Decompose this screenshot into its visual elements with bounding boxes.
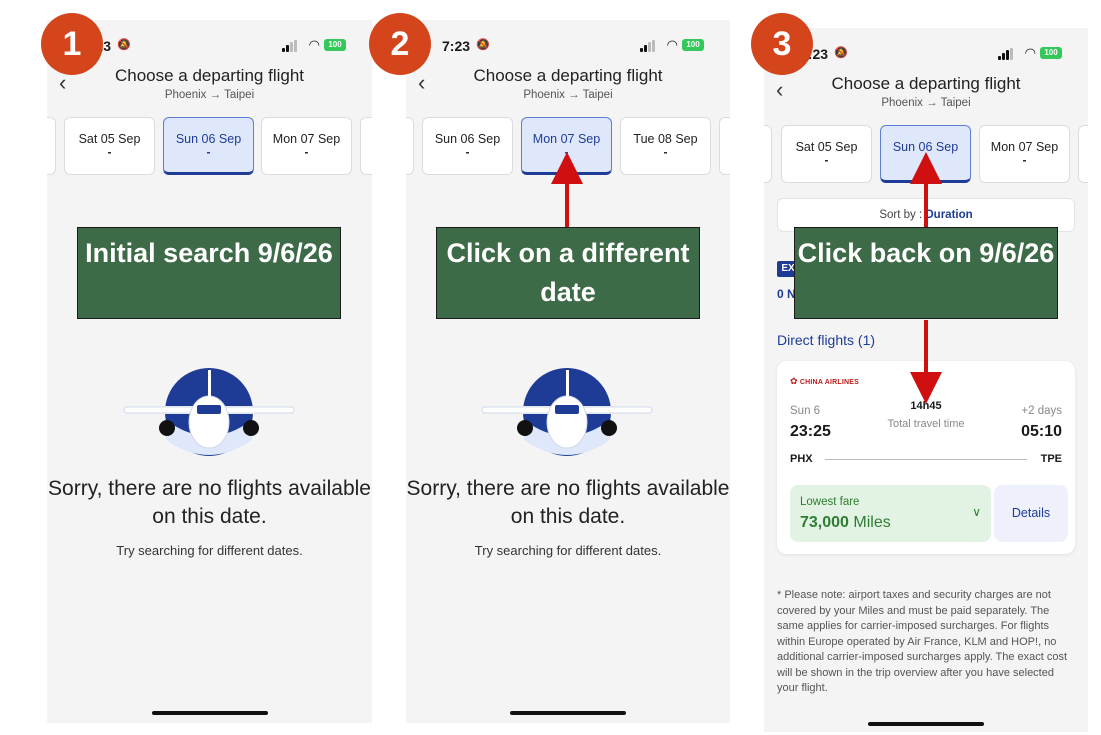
arrow-overlay — [551, 152, 942, 404]
